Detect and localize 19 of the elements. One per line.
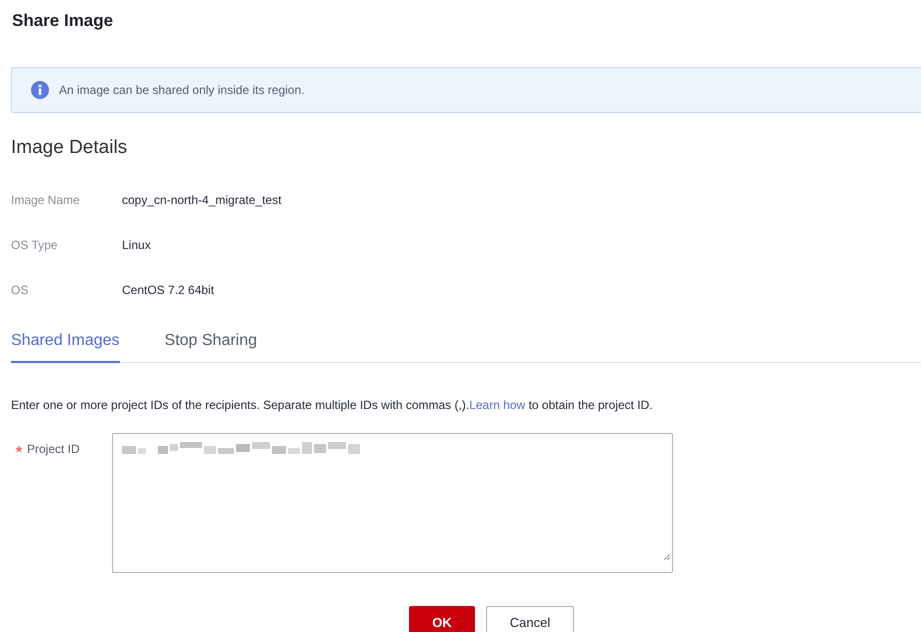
detail-label: OS Type <box>11 238 58 252</box>
resize-grip-icon <box>664 554 670 560</box>
tab[interactable]: Shared Images <box>11 318 120 363</box>
dialog-title: Share Image <box>11 10 114 32</box>
detail-value: copy_cn-north-4_migrate_test <box>122 192 282 206</box>
instruction-text: Enter one or more project IDs of the recipients. Separate multiple IDs with commas (,).Learn how to obtain the project ID. <box>11 398 654 412</box>
detail-value: Linux <box>122 238 151 252</box>
ok-button[interactable]: OK <box>409 606 475 632</box>
project-id-field[interactable] <box>112 433 673 573</box>
learn-how-link[interactable]: Learn how <box>469 398 526 412</box>
detail-label: Image Name <box>11 192 81 206</box>
info-icon <box>31 81 49 99</box>
section-heading: Image Details <box>11 137 128 160</box>
detail-label: OS <box>11 282 30 296</box>
tab[interactable]: Stop Sharing <box>164 318 258 363</box>
field-label: Project ID <box>27 442 80 456</box>
cancel-button[interactable]: Cancel <box>486 606 574 632</box>
notice-text: An image can be shared only inside its region. <box>59 83 304 97</box>
detail-value: CentOS 7.2 64bit <box>122 282 214 296</box>
